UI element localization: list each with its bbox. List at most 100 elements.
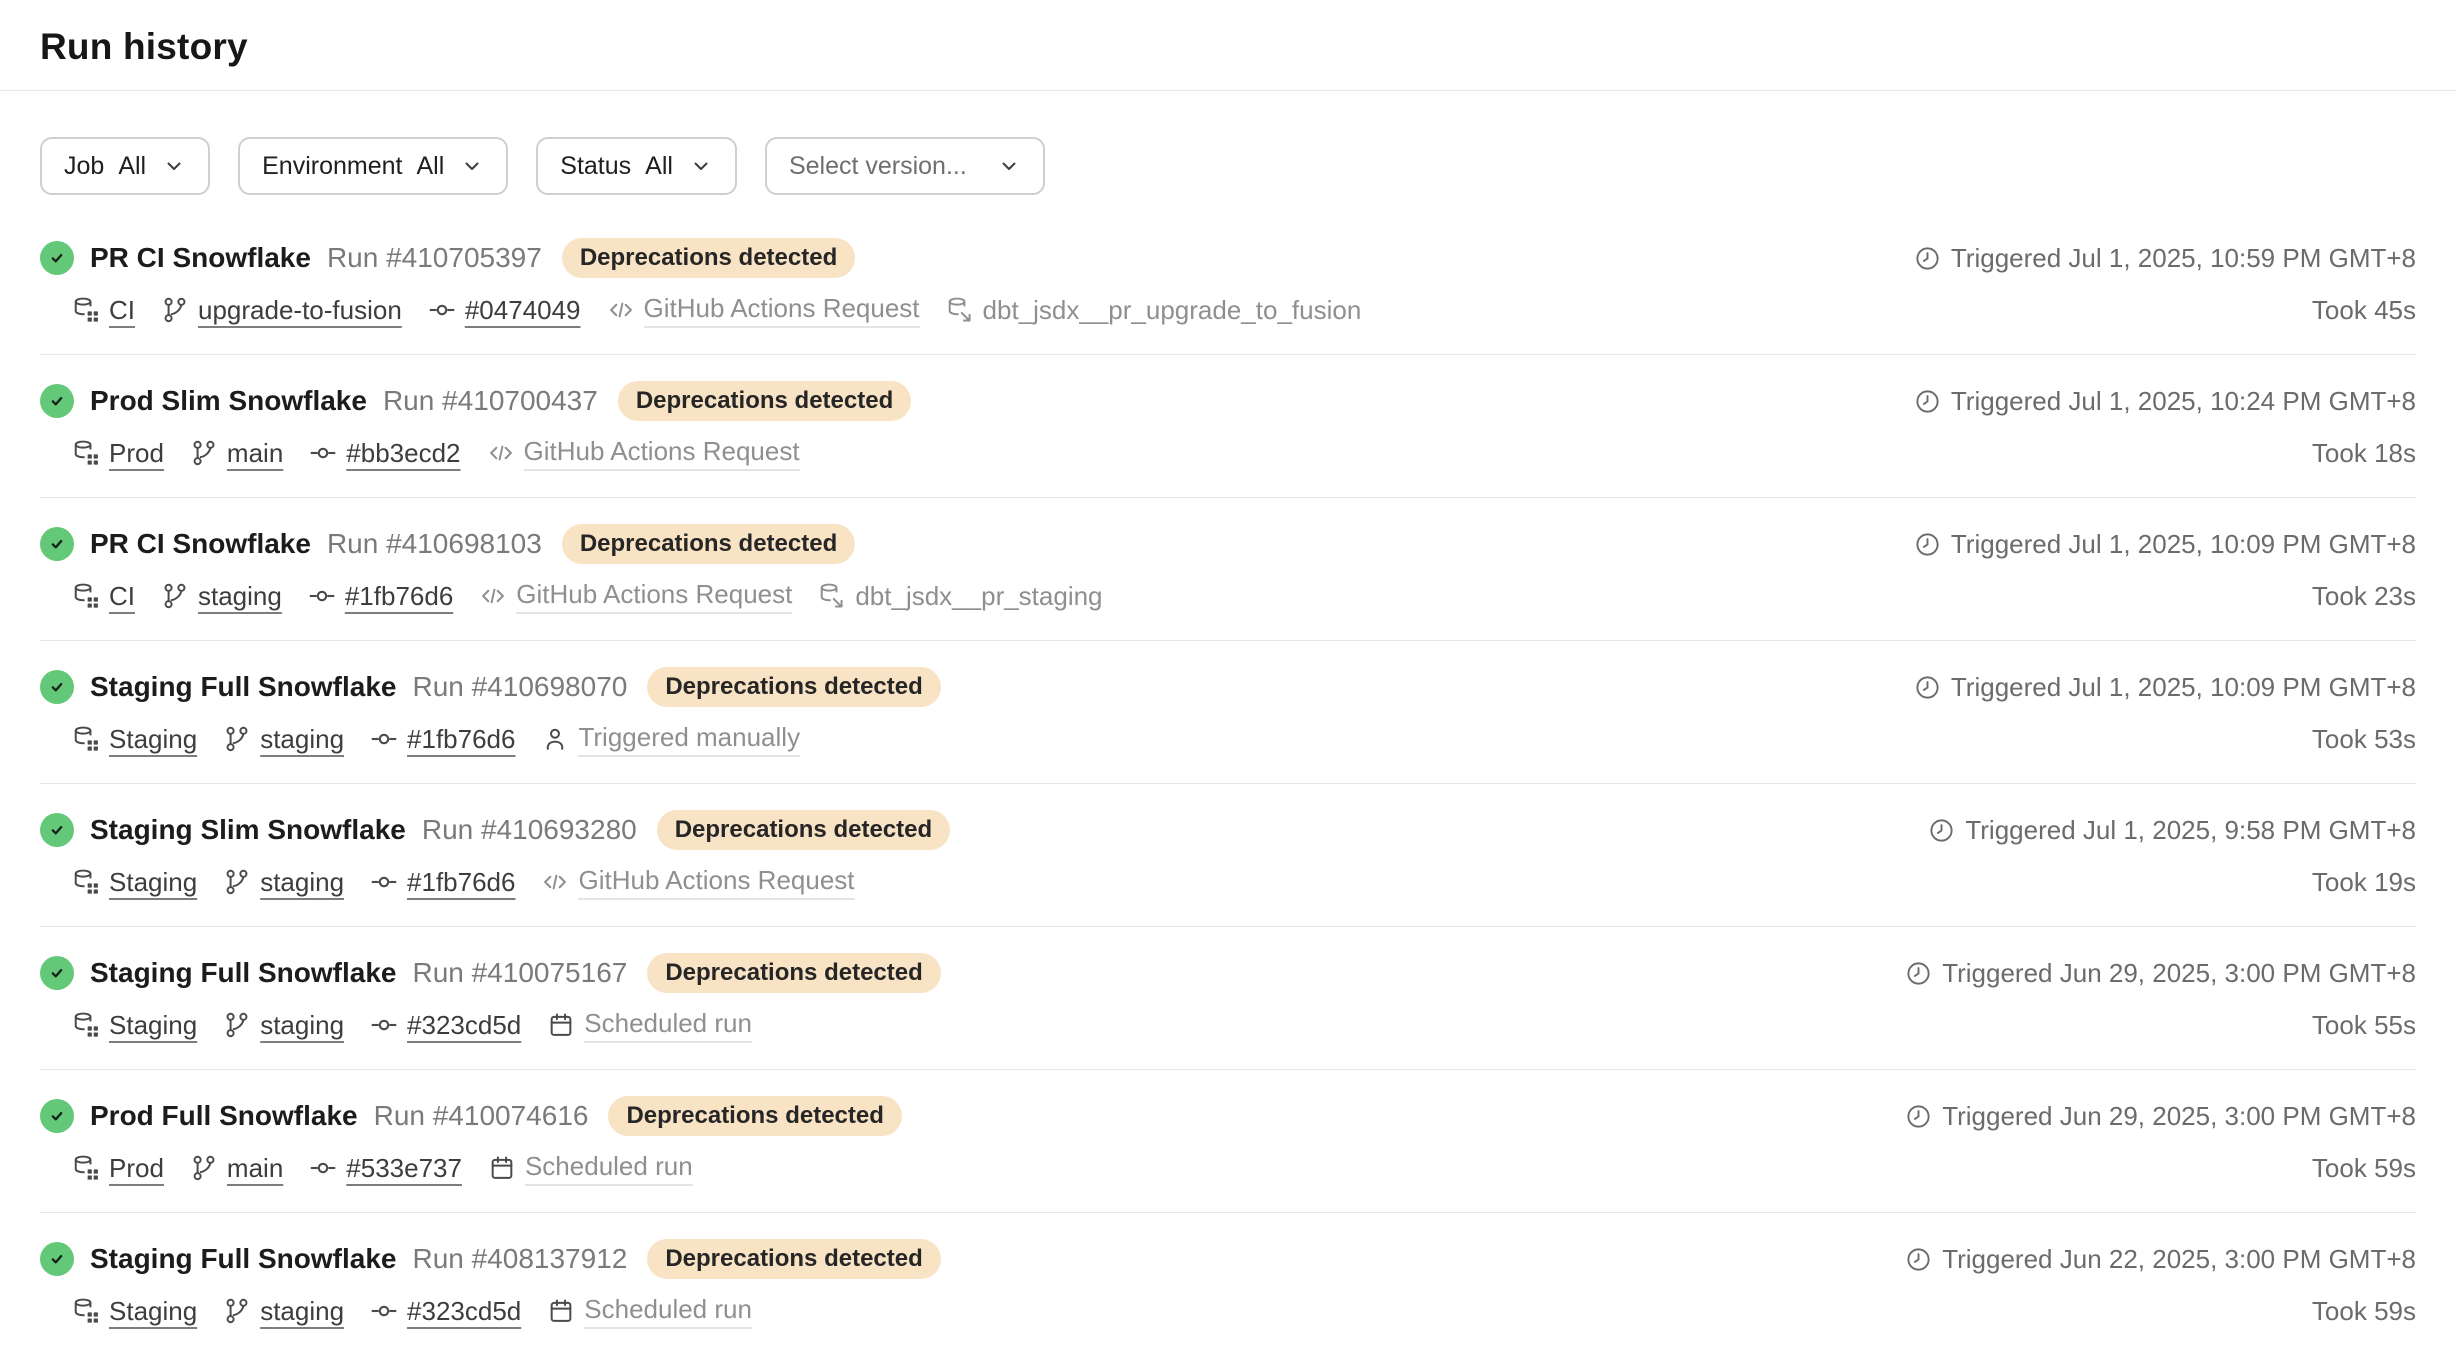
run-success-icon	[40, 956, 74, 990]
trigger-item: GitHub Actions Request	[487, 436, 800, 471]
environment-item: Staging	[72, 1010, 197, 1041]
triggered-timestamp: Triggered Jul 1, 2025, 10:59 PM GMT+8	[1951, 243, 2416, 274]
deprecations-badge: Deprecations detected	[618, 381, 911, 421]
run-duration: Took 18s	[2312, 438, 2416, 469]
branch-link[interactable]: upgrade-to-fusion	[198, 295, 402, 326]
environment-link[interactable]: CI	[109, 581, 135, 612]
branch-link[interactable]: staging	[260, 724, 344, 755]
commit-item: #bb3ecd2	[309, 438, 460, 469]
branch-link[interactable]: staging	[260, 1296, 344, 1327]
environment-link[interactable]: Staging	[109, 867, 197, 898]
commit-link[interactable]: #323cd5d	[407, 1296, 521, 1327]
triggered-timestamp: Triggered Jul 1, 2025, 10:09 PM GMT+8	[1951, 672, 2416, 703]
code-icon	[607, 296, 635, 324]
trigger-item: Scheduled run	[488, 1151, 693, 1186]
calendar-icon	[547, 1011, 575, 1039]
environment-item: Staging	[72, 1296, 197, 1327]
run-duration: Took 53s	[2312, 724, 2416, 755]
run-duration: Took 23s	[2312, 581, 2416, 612]
environment-item: CI	[72, 581, 135, 612]
environment-link[interactable]: Staging	[109, 724, 197, 755]
branch-link[interactable]: staging	[260, 867, 344, 898]
job-name-link[interactable]: Prod Full Snowflake	[90, 1100, 358, 1132]
git-branch-icon	[190, 1154, 218, 1182]
schema-item: dbt_jsdx__pr_upgrade_to_fusion	[946, 295, 1362, 326]
git-branch-icon	[223, 725, 251, 753]
run-success-icon	[40, 813, 74, 847]
clock-icon	[1914, 674, 1941, 701]
environment-link[interactable]: Staging	[109, 1010, 197, 1041]
job-name-link[interactable]: PR CI Snowflake	[90, 528, 311, 560]
branch-item: staging	[223, 1296, 344, 1327]
environment-icon	[72, 868, 100, 896]
chevron-down-icon	[162, 154, 186, 178]
environment-link[interactable]: Prod	[109, 438, 164, 469]
commit-link[interactable]: #bb3ecd2	[346, 438, 460, 469]
run-row[interactable]: Staging Slim Snowflake Run #410693280 De…	[40, 784, 2416, 927]
trigger-label: Triggered manually	[578, 722, 800, 757]
run-row[interactable]: Prod Slim Snowflake Run #410700437 Depre…	[40, 355, 2416, 498]
job-filter-dropdown[interactable]: Job All	[40, 137, 210, 195]
deprecations-badge: Deprecations detected	[562, 238, 855, 278]
trigger-label: Scheduled run	[584, 1008, 752, 1043]
code-icon	[479, 582, 507, 610]
commit-link[interactable]: #533e737	[346, 1153, 462, 1184]
git-branch-icon	[223, 1297, 251, 1325]
run-row[interactable]: PR CI Snowflake Run #410698103 Deprecati…	[40, 498, 2416, 641]
job-name-link[interactable]: PR CI Snowflake	[90, 242, 311, 274]
run-duration: Took 19s	[2312, 867, 2416, 898]
environment-item: Prod	[72, 438, 164, 469]
clock-icon	[1914, 388, 1941, 415]
commit-link[interactable]: #323cd5d	[407, 1010, 521, 1041]
version-select-dropdown[interactable]: Select version...	[765, 137, 1045, 195]
environment-filter-value: All	[416, 152, 444, 181]
job-name-link[interactable]: Staging Full Snowflake	[90, 671, 396, 703]
status-filter-dropdown[interactable]: Status All	[536, 137, 737, 195]
commit-link[interactable]: #1fb76d6	[407, 724, 515, 755]
triggered-timestamp: Triggered Jun 29, 2025, 3:00 PM GMT+8	[1942, 1101, 2416, 1132]
trigger-item: Scheduled run	[547, 1294, 752, 1329]
branch-link[interactable]: staging	[198, 581, 282, 612]
page-header: Run history	[0, 0, 2456, 91]
run-row[interactable]: Prod Full Snowflake Run #410074616 Depre…	[40, 1070, 2416, 1213]
commit-link[interactable]: #1fb76d6	[407, 867, 515, 898]
environment-icon	[72, 1011, 100, 1039]
branch-link[interactable]: staging	[260, 1010, 344, 1041]
check-icon	[47, 391, 67, 411]
commit-item: #323cd5d	[370, 1296, 521, 1327]
environment-filter-dropdown[interactable]: Environment All	[238, 137, 508, 195]
deprecations-badge: Deprecations detected	[647, 953, 940, 993]
job-name-link[interactable]: Staging Slim Snowflake	[90, 814, 406, 846]
run-row[interactable]: Staging Full Snowflake Run #410698070 De…	[40, 641, 2416, 784]
branch-link[interactable]: main	[227, 438, 283, 469]
environment-link[interactable]: CI	[109, 295, 135, 326]
deprecations-badge: Deprecations detected	[657, 810, 950, 850]
schema-name: dbt_jsdx__pr_upgrade_to_fusion	[983, 295, 1362, 326]
commit-link[interactable]: #1fb76d6	[345, 581, 453, 612]
environment-icon	[72, 439, 100, 467]
git-branch-icon	[161, 296, 189, 324]
database-arrow-icon	[946, 296, 974, 324]
check-icon	[47, 1249, 67, 1269]
environment-icon	[72, 582, 100, 610]
run-success-icon	[40, 241, 74, 275]
trigger-item: GitHub Actions Request	[541, 865, 854, 900]
run-row[interactable]: Staging Full Snowflake Run #410075167 De…	[40, 927, 2416, 1070]
git-branch-icon	[161, 582, 189, 610]
job-name-link[interactable]: Prod Slim Snowflake	[90, 385, 367, 417]
commit-link[interactable]: #0474049	[465, 295, 581, 326]
branch-link[interactable]: main	[227, 1153, 283, 1184]
trigger-label: GitHub Actions Request	[516, 579, 792, 614]
trigger-label: GitHub Actions Request	[524, 436, 800, 471]
job-name-link[interactable]: Staging Full Snowflake	[90, 1243, 396, 1275]
environment-link[interactable]: Prod	[109, 1153, 164, 1184]
triggered-timestamp: Triggered Jun 22, 2025, 3:00 PM GMT+8	[1942, 1244, 2416, 1275]
environment-link[interactable]: Staging	[109, 1296, 197, 1327]
job-name-link[interactable]: Staging Full Snowflake	[90, 957, 396, 989]
trigger-label: GitHub Actions Request	[578, 865, 854, 900]
git-branch-icon	[190, 439, 218, 467]
run-row[interactable]: Staging Full Snowflake Run #408137912 De…	[40, 1213, 2416, 1354]
git-commit-icon	[428, 296, 456, 324]
git-commit-icon	[370, 1297, 398, 1325]
run-row[interactable]: PR CI Snowflake Run #410705397 Deprecati…	[40, 195, 2416, 355]
